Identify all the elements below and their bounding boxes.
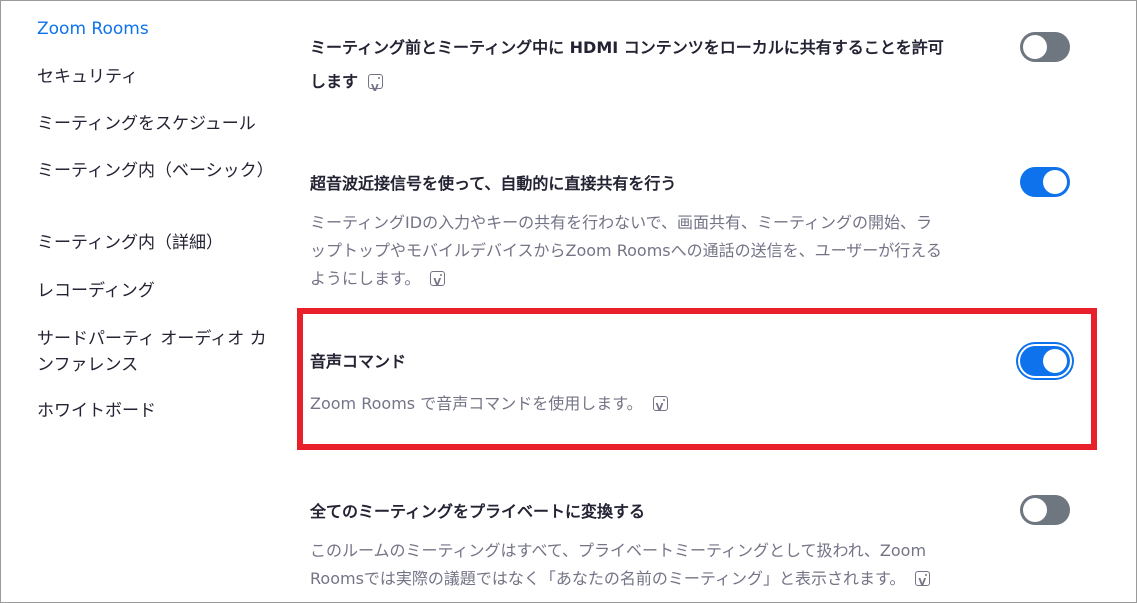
sidebar-item-security[interactable]: セキュリティ (37, 64, 282, 90)
setting-description: ミーティングIDの入力やキーの共有を行わないで、画面共有、ミーティングの開始、ラ… (310, 209, 1010, 297)
toggle-knob (1043, 170, 1067, 194)
settings-sidebar: Zoom Rooms セキュリティ ミーティングをスケジュール ミーティング内（… (1, 1, 291, 603)
setting-desc-line2: ップトップやモバイルデバイスからZoom Roomsへの通話の送信を、ユーザーが… (310, 241, 942, 260)
toggle-knob (1023, 35, 1047, 59)
setting-desc-line1: ミーティングIDの入力やキーの共有を行わないで、画面共有、ミーティングの開始、ラ (310, 213, 933, 232)
ultrasonic-share-toggle[interactable] (1020, 167, 1070, 197)
private-meetings-toggle[interactable] (1020, 495, 1070, 525)
setting-desc-line1: このルームのミーティングはすべて、プライベートミーティングとして扱われ、Zoom (310, 541, 927, 560)
hdmi-share-toggle[interactable] (1020, 32, 1070, 62)
setting-title: 音声コマンド (310, 352, 407, 371)
setting-title-line1: ミーティング前とミーティング中に HDMI コンテンツをローカルに共有することを… (310, 38, 944, 57)
setting-desc-line3: ようにします。 (310, 269, 421, 288)
setting-description: Zoom Rooms で音声コマンドを使用します。 (310, 390, 1010, 422)
setting-title: 超音波近接信号を使って、自動的に直接共有を行う (310, 174, 677, 193)
vb-info-icon[interactable] (652, 394, 668, 422)
highlight-box (297, 308, 1097, 450)
vb-info-icon[interactable] (368, 72, 384, 106)
vb-info-icon[interactable] (430, 269, 446, 297)
sidebar-item-recording[interactable]: レコーディング (37, 278, 282, 304)
sidebar-item-schedule-meeting[interactable]: ミーティングをスケジュール (37, 111, 282, 137)
sidebar-item-whiteboard[interactable]: ホワイトボード (37, 398, 282, 424)
sidebar-item-zoom-rooms[interactable]: Zoom Rooms (37, 16, 282, 42)
sidebar-item-third-party-audio[interactable]: サードパーティ オーディオ カンファレンス (37, 326, 282, 378)
setting-description: このルームのミーティングはすべて、プライベートミーティングとして扱われ、Zoom… (310, 537, 1010, 597)
toggle-knob (1043, 349, 1067, 373)
sidebar-item-in-meeting-advanced[interactable]: ミーティング内（詳細） (37, 230, 282, 256)
voice-command-toggle[interactable] (1020, 346, 1070, 376)
toggle-knob (1023, 498, 1047, 522)
setting-title: 全てのミーティングをプライベートに変換する (310, 502, 646, 521)
setting-title: ミーティング前とミーティング中に HDMI コンテンツをローカルに共有することを… (310, 31, 1010, 106)
sidebar-item-in-meeting-basic[interactable]: ミーティング内（ベーシック） (37, 158, 282, 184)
vb-info-icon[interactable] (915, 569, 931, 597)
setting-desc-line2: Roomsでは実際の議題ではなく「あなたの名前のミーティング」と表示されます。 (310, 569, 906, 588)
setting-title-line2: します (310, 72, 359, 91)
setting-desc-line1: Zoom Rooms で音声コマンドを使用します。 (310, 394, 643, 413)
